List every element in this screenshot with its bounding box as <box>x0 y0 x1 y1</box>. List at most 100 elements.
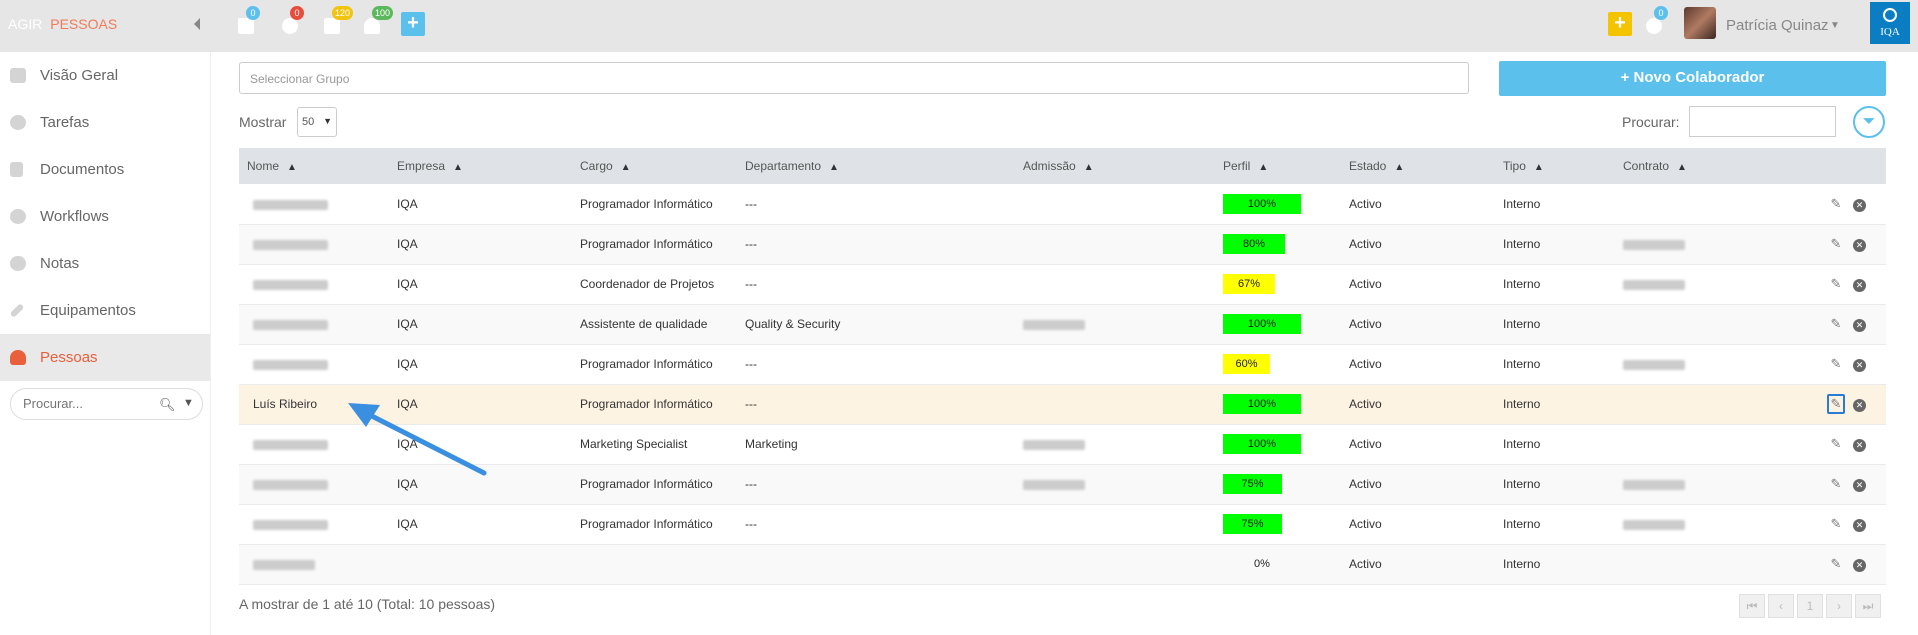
documents-icon[interactable]: 120 <box>322 6 354 34</box>
page-size-select[interactable]: 50 ▼ <box>297 107 337 137</box>
edit-icon[interactable]: ✎ <box>1827 196 1845 212</box>
table-row[interactable]: IQA Assistente de qualidade Quality & Secu… <box>239 304 1886 344</box>
remove-icon[interactable]: ✕ <box>1853 319 1866 332</box>
remove-icon[interactable]: ✕ <box>1853 519 1866 532</box>
edit-icon[interactable]: ✎ <box>1827 316 1845 332</box>
sidebar-item-notas[interactable]: Notas <box>0 240 210 287</box>
filter-icon[interactable]: ▼ <box>183 397 194 409</box>
avatar[interactable] <box>1684 7 1716 39</box>
cell-contrato <box>1615 344 1765 384</box>
add-task-button[interactable]: + <box>1608 12 1632 36</box>
current-page[interactable]: 1 <box>1797 594 1823 618</box>
cell-tipo: Interno <box>1503 477 1541 491</box>
edit-icon[interactable]: ✎ <box>1827 516 1845 532</box>
table-row[interactable]: IQA Programador Informático --- 80% Activo In… <box>239 224 1886 264</box>
redacted-name <box>253 519 328 530</box>
column-header-admissao[interactable]: Admissão ▲ <box>1015 148 1215 184</box>
bell-icon[interactable]: 100 <box>362 6 394 34</box>
cell-actions: ✎ ✕ <box>1765 424 1886 464</box>
redacted-name <box>253 199 328 210</box>
comments-icon <box>10 256 26 271</box>
table-info: A mostrar de 1 até 10 (Total: 10 pessoas… <box>239 596 496 612</box>
annotation-arrow <box>348 403 487 476</box>
remove-icon[interactable]: ✕ <box>1853 559 1866 572</box>
table-row[interactable]: IQA Programador Informático --- 75% Activo In… <box>239 504 1886 544</box>
group-select[interactable]: Seleccionar Grupo <box>239 62 1469 94</box>
collapse-sidebar-icon[interactable] <box>194 18 200 30</box>
sidebar-item-label: Visão Geral <box>40 67 119 84</box>
column-header-perfil[interactable]: Perfil ▲ <box>1215 148 1341 184</box>
sort-icon: ▲ <box>1083 162 1094 173</box>
table-row[interactable]: IQA Programador Informático --- 100% Activo I… <box>239 184 1886 224</box>
sidebar-search: 🔍︎ ▼ <box>10 388 203 420</box>
column-header-estado[interactable]: Estado ▲ <box>1341 148 1495 184</box>
remove-icon[interactable]: ✕ <box>1853 359 1866 372</box>
chevron-down-icon[interactable]: ▼ <box>1830 20 1840 31</box>
column-header-departamento[interactable]: Departamento ▲ <box>737 148 1015 184</box>
table-row[interactable]: IQA Coordenador de Projetos --- 67% Activo In… <box>239 264 1886 304</box>
cell-perfil: 60% <box>1215 344 1341 384</box>
cell-tipo: Interno <box>1503 437 1541 451</box>
cell-estado: Activo <box>1349 477 1382 491</box>
settings-icon[interactable]: 0 <box>280 6 304 34</box>
cell-admissao <box>1015 424 1215 464</box>
sidebar-item-pessoas[interactable]: Pessoas <box>0 334 210 381</box>
last-page-button[interactable]: ⏭ <box>1855 594 1881 618</box>
calendar-icon[interactable]: 0 <box>236 6 260 34</box>
cell-admissao <box>1015 544 1215 584</box>
sidebar-item-tarefas[interactable]: Tarefas <box>0 99 210 146</box>
quick-add-button[interactable]: + <box>401 12 425 36</box>
new-colaborador-button[interactable]: + Novo Colaborador <box>1499 61 1886 96</box>
edit-icon[interactable]: ✎ <box>1827 276 1845 292</box>
sidebar-item-equipamentos[interactable]: Equipamentos <box>0 287 210 334</box>
cell-departamento: --- <box>745 237 757 251</box>
sidebar-item-documentos[interactable]: Documentos <box>0 146 210 193</box>
column-header-contrato[interactable]: Contrato ▲ <box>1615 148 1765 184</box>
sidebar-item-workflows[interactable]: Workflows <box>0 193 210 240</box>
cell-estado: Activo <box>1349 437 1382 451</box>
edit-icon[interactable]: ✎ <box>1827 436 1845 452</box>
remove-icon[interactable]: ✕ <box>1853 198 1866 212</box>
edit-icon[interactable]: ✎ <box>1827 356 1845 372</box>
cell-departamento: --- <box>745 517 757 531</box>
cell-tipo: Interno <box>1503 397 1541 411</box>
column-header-cargo[interactable]: Cargo ▲ <box>572 148 737 184</box>
prev-page-button[interactable]: ‹ <box>1768 594 1794 618</box>
remove-icon[interactable]: ✕ <box>1853 479 1866 492</box>
cell-perfil: 100% <box>1215 184 1341 224</box>
table-row[interactable]: 0% Activo Interno ✎ ✕ <box>239 544 1886 584</box>
filter-button[interactable]: ⏷ <box>1853 106 1885 138</box>
remove-icon[interactable]: ✕ <box>1853 439 1866 452</box>
cell-contrato <box>1615 504 1765 544</box>
cell-estado: Activo <box>1349 317 1382 331</box>
edit-icon[interactable]: ✎ <box>1827 236 1845 252</box>
remove-icon[interactable]: ✕ <box>1853 399 1866 412</box>
brand[interactable]: AGIR PESSOAS <box>8 16 117 32</box>
sidebar-item-label: Tarefas <box>40 114 90 131</box>
sidebar-item-visao-geral[interactable]: Visão Geral <box>0 52 210 99</box>
perfil-progress: 100% <box>1223 193 1301 214</box>
cell-cargo <box>572 544 737 584</box>
sort-icon: ▲ <box>1258 162 1269 173</box>
remove-icon[interactable]: ✕ <box>1853 279 1866 292</box>
cell-cargo: Assistente de qualidade <box>580 317 708 331</box>
cell-empresa <box>389 544 572 584</box>
table-search-input[interactable] <box>1689 106 1836 137</box>
column-header-tipo[interactable]: Tipo ▲ <box>1495 148 1615 184</box>
calendar-badge: 0 <box>246 6 260 20</box>
user-name[interactable]: Patrícia Quinaz <box>1726 17 1829 34</box>
sidebar-search-input[interactable] <box>23 396 143 411</box>
edit-icon[interactable]: ✎ <box>1827 556 1845 572</box>
column-header-nome[interactable]: Nome ▲ <box>239 148 389 184</box>
remove-icon[interactable]: ✕ <box>1853 239 1866 252</box>
home-icon <box>10 68 26 83</box>
search-icon[interactable]: 🔍︎ <box>159 397 176 413</box>
next-page-button[interactable]: › <box>1826 594 1852 618</box>
first-page-button[interactable]: ⏮ <box>1739 594 1765 618</box>
column-header-empresa[interactable]: Empresa ▲ <box>389 148 572 184</box>
table-row[interactable]: IQA Programador Informático --- 60% Activo In… <box>239 344 1886 384</box>
cloud-icon[interactable]: 0 <box>1644 6 1668 34</box>
edit-icon[interactable]: ✎ <box>1827 394 1845 414</box>
edit-icon[interactable]: ✎ <box>1827 476 1845 492</box>
sidebar-item-label: Equipamentos <box>40 302 136 319</box>
